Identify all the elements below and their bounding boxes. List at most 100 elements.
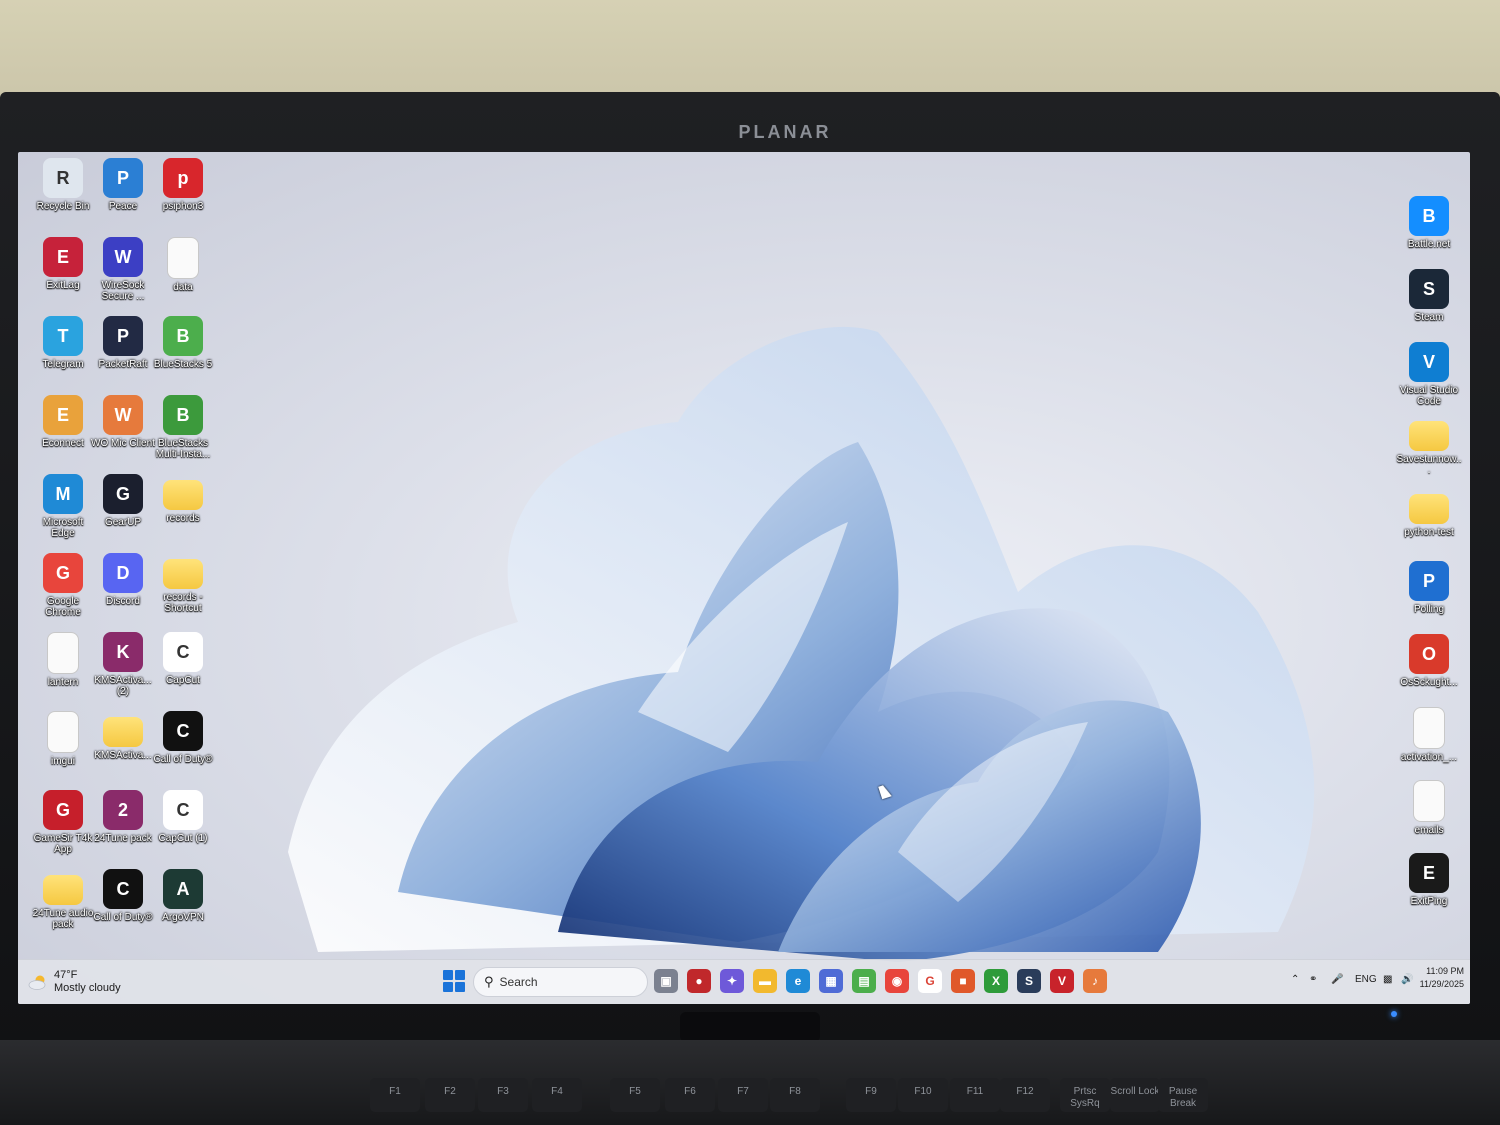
desktop-shortcut[interactable]: records — [150, 474, 216, 524]
desktop-shortcut-label: KMSActiva... (2) — [94, 675, 152, 697]
desktop-shortcut-label: data — [173, 282, 193, 293]
desktop-shortcut-label: BlueStacks 5 — [153, 359, 213, 370]
keyboard-key: Scroll Lock — [1110, 1078, 1160, 1112]
steam-icon: S — [1409, 269, 1449, 309]
desktop-shortcut[interactable]: O OsSckught... — [1396, 634, 1462, 688]
econnect-icon: E — [43, 395, 83, 435]
desktop-shortcut-label: imgui — [51, 756, 75, 767]
desktop-shortcut[interactable]: C Call of Duty® — [90, 869, 156, 923]
desktop-shortcut-label: 24Tune audio pack — [32, 908, 94, 930]
desktop-shortcut-label: CapCut — [166, 675, 200, 686]
folder-icon — [1409, 421, 1449, 451]
app-orange-icon[interactable]: ■ — [951, 969, 975, 993]
desktop-shortcut[interactable]: p psiphon3 — [150, 158, 216, 212]
taskbar-clock[interactable]: 11:09 PM 11/29/2025 — [1420, 965, 1464, 991]
start-button[interactable] — [443, 970, 465, 992]
desktop-shortcut-label: Discord — [106, 596, 140, 607]
edge-icon[interactable]: e — [786, 969, 810, 993]
wo-mic-icon[interactable]: ♪ — [1083, 969, 1107, 993]
language-indicator[interactable]: ENG — [1355, 974, 1377, 985]
desktop-shortcut[interactable]: D Discord — [90, 553, 156, 607]
desktop-shortcut[interactable]: M Microsoft Edge — [30, 474, 96, 539]
keyboard-key: F4 — [532, 1078, 582, 1112]
desktop-shortcut-label: OsSckught... — [1400, 677, 1458, 688]
keyboard-key: F6 — [665, 1078, 715, 1112]
desktop-shortcut[interactable]: B BlueStacks Multi-Insta... — [150, 395, 216, 460]
desktop-shortcut-label: activation_... — [1400, 752, 1458, 763]
show-hidden-icons-chevron-icon[interactable]: ⌃ — [1291, 974, 1299, 985]
edge-icon: M — [43, 474, 83, 514]
task-view-icon[interactable]: ▣ — [654, 969, 678, 993]
microphone-tray-icon[interactable]: 🎤 — [1331, 974, 1343, 985]
call-of-duty-icon: C — [103, 869, 143, 909]
volume-icon[interactable]: 🔊 — [1401, 974, 1413, 985]
desktop-shortcut[interactable]: records - Shortcut — [150, 553, 216, 614]
desktop-shortcut[interactable]: G Google Chrome — [30, 553, 96, 618]
desktop-shortcut[interactable]: E Econnect — [30, 395, 96, 449]
desktop-shortcut[interactable]: W WireSock Secure ... — [90, 237, 156, 302]
taskbar-search-box[interactable]: ⚲ Search — [473, 967, 648, 997]
psiphon-icon: p — [163, 158, 203, 198]
keyboard-key: F3 — [478, 1078, 528, 1112]
exitping-icon: E — [1409, 853, 1449, 893]
desktop-shortcut[interactable]: E ExitLag — [30, 237, 96, 291]
desktop-shortcut[interactable]: Savestunnow... — [1396, 415, 1462, 476]
desktop-shortcut-label: ExitLag — [46, 280, 80, 291]
xbox-icon[interactable]: X — [984, 969, 1008, 993]
bluestacks-icon: B — [163, 316, 203, 356]
desktop-shortcut[interactable]: lantern — [30, 632, 96, 688]
chrome-icon[interactable]: ◉ — [885, 969, 909, 993]
desktop-shortcut[interactable]: V Visual Studio Code — [1396, 342, 1462, 407]
copilot-icon[interactable]: ✦ — [720, 969, 744, 993]
file-explorer-icon[interactable]: ▬ — [753, 969, 777, 993]
voice-app-icon[interactable]: V — [1050, 969, 1074, 993]
desktop-shortcut[interactable]: KMSActiva... — [90, 711, 156, 761]
recycle-bin-icon: R — [43, 158, 83, 198]
exitlag-icon: E — [43, 237, 83, 277]
desktop-shortcut[interactable]: emails — [1396, 780, 1462, 836]
network-icon[interactable]: ⚭ — [1309, 974, 1317, 985]
desktop-shortcut-label: Google Chrome — [45, 596, 81, 618]
desktop-shortcut[interactable]: activation_... — [1396, 707, 1462, 763]
desktop-shortcut[interactable]: data — [150, 237, 216, 293]
desktop-shortcut[interactable]: E ExitPing — [1396, 853, 1462, 907]
desktop-shortcut-label: Call of Duty® — [93, 912, 153, 923]
keyboard: F1 F2 F3 F4 F5 F6 F7 F8 F9 F10 F11 F12 Prtsc SysRq Sc… — [0, 1040, 1500, 1125]
google-icon[interactable]: G — [918, 969, 942, 993]
weather-temperature: 47°F — [54, 969, 78, 981]
keyboard-key: Prtsc SysRq — [1060, 1078, 1110, 1112]
desktop-shortcut[interactable]: python-test — [1396, 488, 1462, 538]
steam-icon[interactable]: S — [1017, 969, 1041, 993]
desktop-shortcut[interactable]: R Recycle Bin — [30, 158, 96, 212]
app-red-icon[interactable]: ● — [687, 969, 711, 993]
desktop-shortcut[interactable]: K KMSActiva... (2) — [90, 632, 156, 697]
desktop-shortcut[interactable]: W WO Mic Client — [90, 395, 156, 449]
clock-time: 11:09 PM — [1426, 966, 1464, 976]
desktop-shortcut[interactable]: 2 24Tune pack — [90, 790, 156, 844]
desktop-shortcut[interactable]: 24Tune audio pack — [30, 869, 96, 930]
desktop-shortcut[interactable]: S Steam — [1396, 269, 1462, 323]
desktop-shortcut[interactable]: B BlueStacks 5 — [150, 316, 216, 370]
desktop-shortcut[interactable]: G GameSir T4k App — [30, 790, 96, 855]
desktop-shortcut[interactable]: imgui — [30, 711, 96, 767]
document-icon — [167, 237, 199, 279]
folder-icon — [163, 559, 203, 589]
microphone-icon: W — [103, 395, 143, 435]
desktop-shortcut[interactable]: C CapCut (1) — [150, 790, 216, 844]
keyboard-key: F11 — [950, 1078, 1000, 1112]
desktop-shortcut[interactable]: B Battle.net — [1396, 196, 1462, 250]
clock-date: 11/29/2025 — [1419, 979, 1464, 989]
desktop-shortcut[interactable]: P PacketRaft — [90, 316, 156, 370]
desktop-shortcut[interactable]: T Telegram — [30, 316, 96, 370]
store-icon[interactable]: ▦ — [819, 969, 843, 993]
desktop-shortcut[interactable]: P Polling — [1396, 561, 1462, 615]
desktop-shortcut[interactable]: C Call of Duty® — [150, 711, 216, 765]
desktop-shortcut[interactable]: A ArgoVPN — [150, 869, 216, 923]
desktop-shortcut[interactable]: G GearUP — [90, 474, 156, 528]
argovpn-icon: A — [163, 869, 203, 909]
weather-widget[interactable]: 47°F Mostly cloudy — [28, 966, 121, 998]
desktop-shortcut[interactable]: C CapCut — [150, 632, 216, 686]
desktop-shortcut[interactable]: P Peace — [90, 158, 156, 212]
display-icon[interactable]: ▩ — [1383, 974, 1392, 985]
bluestacks-icon[interactable]: ▤ — [852, 969, 876, 993]
